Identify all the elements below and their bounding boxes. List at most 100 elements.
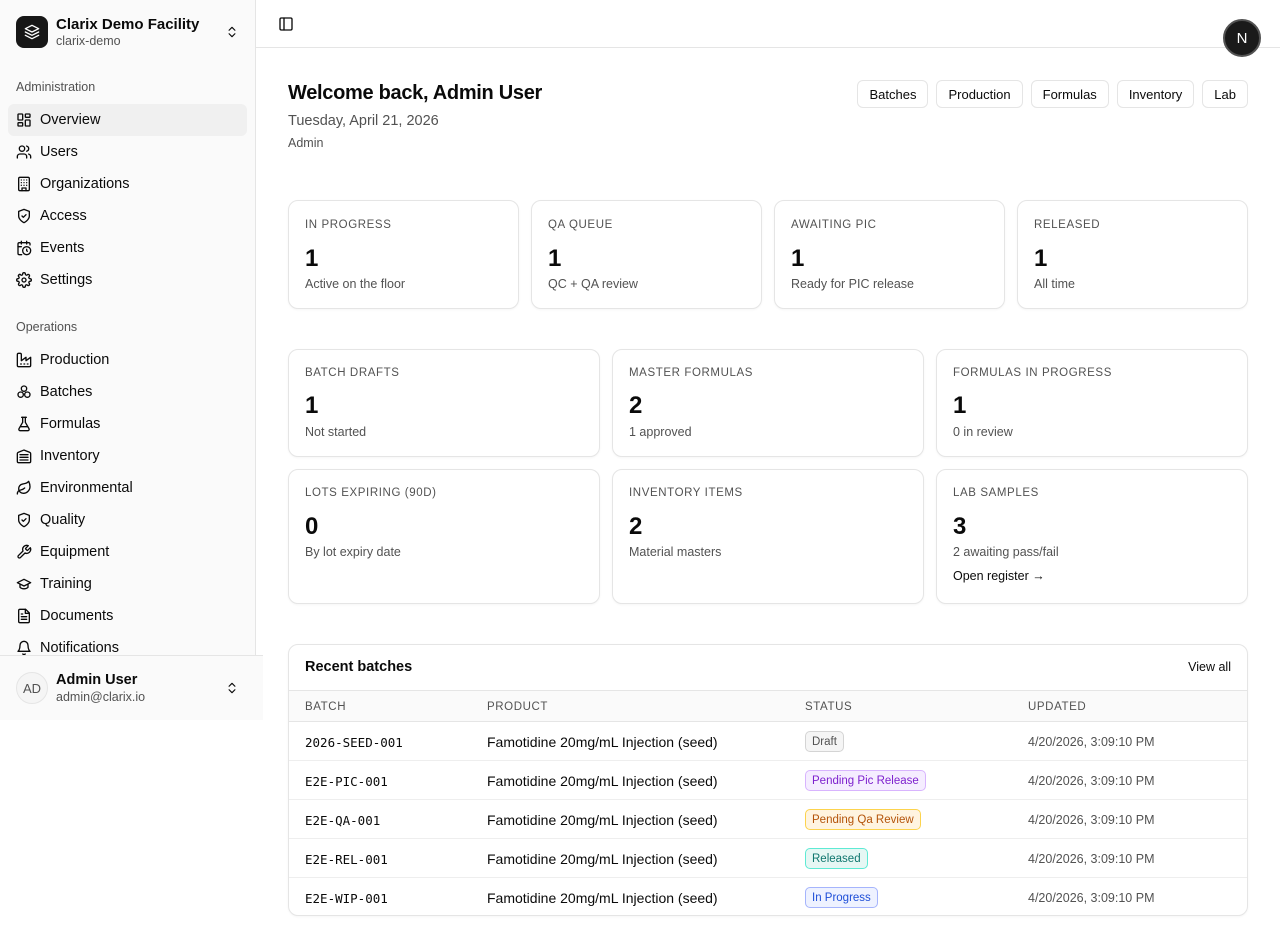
quick-link-formulas[interactable]: Formulas [1030,80,1109,108]
table-row[interactable]: 2026-SEED-001 Famotidine 20mg/mL Injecti… [289,722,1247,761]
org-slug: clarix-demo [56,33,121,48]
table-header: BATCH PRODUCT STATUS UPDATED [289,690,1247,722]
sidebar-item-label: Batches [40,384,93,400]
chevrons-up-down-icon [224,680,240,696]
user-menu[interactable]: AD Admin User admin@clarix.io [8,666,248,710]
sidebar-item-settings[interactable]: Settings [8,264,247,296]
avatar-letter: N [1237,30,1248,47]
stat-card-lab-samples[interactable]: LAB SAMPLES 3 2 awaiting pass/fail Open … [936,469,1248,604]
users-icon [16,144,32,160]
status-badge: Released [805,848,868,869]
stat-value: 1 [548,245,562,272]
wrench-icon [16,544,32,560]
sidebar-item-events[interactable]: Events [8,232,247,264]
batch-id[interactable]: 2026-SEED-001 [305,735,403,750]
sidebar-item-environmental[interactable]: Environmental [8,472,247,504]
table-title: Recent batches [305,659,413,675]
sidebar-item-equipment[interactable]: Equipment [8,536,247,568]
sidebar-item-production[interactable]: Production [8,344,247,376]
stat-card-released[interactable]: RELEASED 1 All time [1017,200,1248,309]
stat-sub: Material masters [629,545,722,559]
sidebar-item-label: Settings [40,272,93,288]
view-all-link[interactable]: View all [1188,660,1231,674]
quick-link-inventory[interactable]: Inventory [1116,80,1195,108]
nav-list-operations: Production Batches Formulas Inventory En… [8,344,247,655]
stat-label: INVENTORY ITEMS [629,487,743,499]
stat-card-inventory-items[interactable]: INVENTORY ITEMS 2 Material masters [612,469,924,604]
factory-icon [16,352,32,368]
stat-value: 1 [305,245,319,272]
stat-sub: Ready for PIC release [791,277,914,291]
table-row[interactable]: E2E-QA-001 Famotidine 20mg/mL Injection … [289,800,1247,839]
stat-sub: 1 approved [629,425,692,439]
batch-id[interactable]: E2E-PIC-001 [305,774,388,789]
sidebar-item-overview[interactable]: Overview [8,104,247,136]
stat-label: FORMULAS IN PROGRESS [953,367,1112,379]
batch-id[interactable]: E2E-REL-001 [305,852,388,867]
quick-link-lab[interactable]: Lab [1202,80,1248,108]
file-text-icon [16,608,32,624]
nav-group-administration: Administration [16,80,96,94]
stat-card-batch-drafts[interactable]: BATCH DRAFTS 1 Not started [288,349,600,457]
current-date: Tuesday, April 21, 2026 [288,113,439,129]
stat-label: MASTER FORMULAS [629,367,754,379]
stat-card-qa-queue[interactable]: QA QUEUE 1 QC + QA review [531,200,762,309]
org-name: Clarix Demo Facility [56,15,200,33]
quick-link-production[interactable]: Production [936,80,1023,108]
org-switcher[interactable]: Clarix Demo Facility clarix-demo [8,8,248,56]
gear-icon [16,272,32,288]
sidebar-item-inventory[interactable]: Inventory [8,440,247,472]
nav-list-administration: Overview Users Organizations Access Even… [8,104,247,296]
batch-id[interactable]: E2E-QA-001 [305,813,380,828]
stat-value: 1 [1034,245,1048,272]
sidebar-item-label: Production [40,352,110,368]
updated-time: 4/20/2026, 3:09:10 PM [1028,774,1155,788]
stat-card-awaiting-pic[interactable]: AWAITING PIC 1 Ready for PIC release [774,200,1005,309]
sidebar-item-label: Events [40,240,85,256]
sidebar-item-label: Access [40,208,87,224]
quick-link-batches[interactable]: Batches [857,80,929,108]
stat-card-lots-expiring[interactable]: LOTS EXPIRING (90D) 0 By lot expiry date [288,469,600,604]
column-header-batch[interactable]: BATCH [305,701,346,713]
table-row[interactable]: E2E-WIP-001 Famotidine 20mg/mL Injection… [289,878,1247,915]
user-email: admin@clarix.io [56,689,146,704]
user-name: Admin User [56,671,138,688]
sidebar-toggle-icon[interactable] [276,14,296,34]
shield-check-icon [16,208,32,224]
stat-value: 2 [629,392,643,419]
stat-value: 3 [953,513,967,540]
topbar [256,0,1280,48]
stat-card-master-formulas[interactable]: MASTER FORMULAS 2 1 approved [612,349,924,457]
sidebar-item-training[interactable]: Training [8,568,247,600]
stat-label: AWAITING PIC [791,219,877,231]
product-name: Famotidine 20mg/mL Injection (seed) [487,773,718,789]
sidebar-item-notifications[interactable]: Notifications [8,632,247,655]
sidebar-item-documents[interactable]: Documents [8,600,247,632]
batch-id[interactable]: E2E-WIP-001 [305,891,388,906]
sidebar-item-organizations[interactable]: Organizations [8,168,247,200]
column-header-product[interactable]: PRODUCT [487,701,548,713]
stat-card-formulas-in-progress[interactable]: FORMULAS IN PROGRESS 1 0 in review [936,349,1248,457]
sidebar-item-access[interactable]: Access [8,200,247,232]
sidebar: Clarix Demo Facility clarix-demo Adminis… [0,0,263,720]
table-row[interactable]: E2E-REL-001 Famotidine 20mg/mL Injection… [289,839,1247,878]
sidebar-item-label: Formulas [40,416,101,432]
sidebar-footer: AD Admin User admin@clarix.io [0,655,263,720]
sidebar-item-formulas[interactable]: Formulas [8,408,247,440]
column-header-updated[interactable]: UPDATED [1028,701,1086,713]
profile-avatar-button[interactable]: N [1223,19,1261,57]
status-badge: Pending Pic Release [805,770,926,791]
sidebar-item-label: Organizations [40,176,130,192]
stat-sub: Active on the floor [305,277,406,291]
stat-value: 2 [629,513,643,540]
stat-sub: Not started [305,425,367,439]
stat-card-in-progress[interactable]: IN PROGRESS 1 Active on the floor [288,200,519,309]
updated-time: 4/20/2026, 3:09:10 PM [1028,813,1155,827]
sidebar-item-users[interactable]: Users [8,136,247,168]
sidebar-item-quality[interactable]: Quality [8,504,247,536]
column-header-status[interactable]: STATUS [805,701,852,713]
open-register-link[interactable]: Open register → [953,569,1045,583]
stat-value: 1 [791,245,805,272]
table-row[interactable]: E2E-PIC-001 Famotidine 20mg/mL Injection… [289,761,1247,800]
sidebar-item-batches[interactable]: Batches [8,376,247,408]
